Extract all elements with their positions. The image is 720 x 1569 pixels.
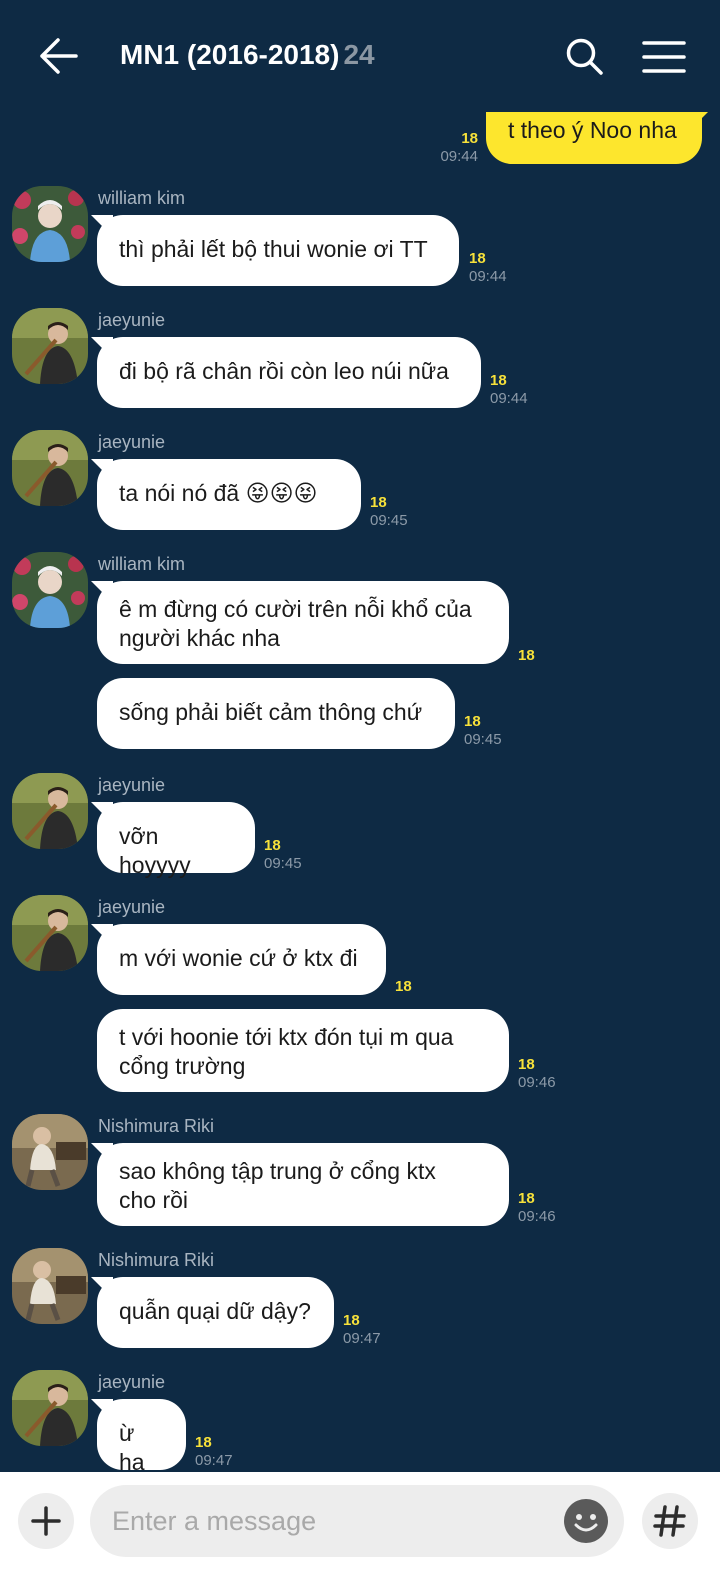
my-message-bubble[interactable]: t theo ý Noo nha bbox=[486, 112, 702, 164]
unread-count: 18 bbox=[461, 130, 478, 147]
search-icon bbox=[566, 38, 603, 75]
room-name: MN1 (2016-2018) bbox=[120, 39, 340, 70]
message-bubble[interactable]: quẫn quại dữ dậy? bbox=[97, 1277, 334, 1348]
message-meta: 18 09:44 bbox=[469, 250, 507, 286]
emoji-icon bbox=[566, 1501, 606, 1541]
unread-count: 18 bbox=[469, 250, 486, 267]
message-time: 09:47 bbox=[343, 1330, 381, 1347]
message-meta: 18 09:46 bbox=[518, 1056, 556, 1092]
message-meta: 18 09:46 bbox=[518, 1190, 556, 1226]
message-input-bar bbox=[0, 1472, 720, 1569]
message-time: 09:46 bbox=[518, 1208, 556, 1225]
message-bubble[interactable]: sống phải biết cảm thông chứ bbox=[97, 678, 455, 749]
profile-photo bbox=[12, 430, 88, 506]
avatar[interactable] bbox=[12, 552, 88, 628]
avatar[interactable] bbox=[12, 1114, 88, 1190]
unread-count: 18 bbox=[490, 372, 507, 389]
unread-count: 18 bbox=[395, 978, 412, 995]
attach-button[interactable] bbox=[18, 1493, 74, 1549]
sender-name: jaeyunie bbox=[98, 775, 166, 795]
profile-photo bbox=[12, 1114, 88, 1190]
message-bubble[interactable]: đi bộ rã chân rồi còn leo núi nữa bbox=[97, 337, 481, 408]
message-input[interactable] bbox=[112, 1485, 552, 1557]
arrow-left-icon bbox=[40, 38, 78, 74]
message-time: 09:45 bbox=[264, 855, 302, 872]
avatar[interactable] bbox=[12, 308, 88, 384]
message-time: 09:44 bbox=[490, 390, 528, 407]
unread-count: 18 bbox=[518, 1056, 535, 1073]
avatar[interactable] bbox=[12, 1248, 88, 1324]
message-list[interactable]: 18 09:44 t theo ý Noo nha william kim th… bbox=[0, 112, 720, 1472]
member-count: 24 bbox=[343, 39, 375, 70]
message-time: 09:45 bbox=[370, 512, 408, 529]
message-bubble[interactable]: vỡn hoyyyy bbox=[97, 802, 255, 878]
message-meta: 18 bbox=[518, 647, 535, 665]
sender-name: jaeyunie bbox=[98, 897, 166, 917]
message-bubble[interactable]: ừ ha bbox=[97, 1399, 186, 1472]
unread-count: 18 bbox=[518, 1190, 535, 1207]
unread-count: 18 bbox=[370, 494, 387, 511]
message-meta: 18 09:44 bbox=[420, 130, 478, 166]
hashtag-button[interactable] bbox=[642, 1493, 698, 1549]
sender-name: william kim bbox=[98, 188, 185, 208]
profile-photo bbox=[12, 895, 88, 971]
profile-photo bbox=[12, 552, 88, 628]
message-meta: 18 bbox=[395, 978, 412, 996]
message-time: 09:46 bbox=[518, 1074, 556, 1091]
unread-count: 18 bbox=[195, 1434, 212, 1451]
chat-title[interactable]: MN1 (2016-2018) 24 bbox=[120, 39, 375, 71]
profile-photo bbox=[12, 773, 88, 849]
message-time: 09:45 bbox=[464, 731, 502, 748]
message-bubble[interactable]: ta nói nó đã 😝😝😝 bbox=[97, 459, 361, 530]
message-bubble[interactable]: m với wonie cứ ở ktx đi bbox=[97, 924, 386, 995]
message-field[interactable] bbox=[90, 1485, 624, 1557]
message-bubble[interactable]: sao không tập trung ở cổng ktx cho rồi bbox=[97, 1143, 509, 1226]
avatar[interactable] bbox=[12, 430, 88, 506]
message-time: 09:44 bbox=[440, 148, 478, 165]
sender-name: jaeyunie bbox=[98, 432, 166, 452]
plus-icon bbox=[31, 1506, 61, 1536]
message-meta: 18 09:45 bbox=[464, 713, 502, 749]
hamburger-menu-icon bbox=[642, 41, 686, 73]
message-meta: 18 09:47 bbox=[343, 1312, 381, 1348]
unread-count: 18 bbox=[264, 837, 281, 854]
avatar[interactable] bbox=[12, 186, 88, 262]
sender-name: william kim bbox=[98, 554, 185, 574]
message-bubble[interactable]: t với hoonie tới ktx đón tụi m qua cổng … bbox=[97, 1009, 509, 1092]
avatar[interactable] bbox=[12, 895, 88, 971]
chat-header: MN1 (2016-2018) 24 bbox=[0, 0, 720, 112]
profile-photo bbox=[12, 1370, 88, 1446]
message-meta: 18 09:44 bbox=[490, 372, 528, 408]
emoji-button[interactable] bbox=[564, 1499, 608, 1543]
back-button[interactable] bbox=[36, 36, 80, 76]
unread-count: 18 bbox=[518, 647, 535, 664]
message-time: 09:47 bbox=[195, 1452, 233, 1469]
message-bubble[interactable]: ê m đừng có cười trên nỗi khổ của người … bbox=[97, 581, 509, 664]
profile-photo bbox=[12, 186, 88, 262]
message-meta: 18 09:45 bbox=[370, 494, 408, 530]
menu-button[interactable] bbox=[642, 40, 686, 74]
search-button[interactable] bbox=[564, 36, 604, 76]
sender-name: jaeyunie bbox=[98, 310, 166, 330]
sender-name: Nishimura Riki bbox=[98, 1116, 215, 1136]
message-meta: 18 09:47 bbox=[195, 1434, 233, 1470]
hashtag-icon bbox=[653, 1505, 686, 1537]
profile-photo bbox=[12, 1248, 88, 1324]
unread-count: 18 bbox=[343, 1312, 360, 1329]
message-bubble[interactable]: thì phải lết bộ thui wonie ơi TT bbox=[97, 215, 459, 286]
avatar[interactable] bbox=[12, 773, 88, 849]
sender-name: jaeyunie bbox=[98, 1372, 166, 1392]
sender-name: Nishimura Riki bbox=[98, 1250, 215, 1270]
message-time: 09:44 bbox=[469, 268, 507, 285]
profile-photo bbox=[12, 308, 88, 384]
avatar[interactable] bbox=[12, 1370, 88, 1446]
message-meta: 18 09:45 bbox=[264, 837, 302, 873]
unread-count: 18 bbox=[464, 713, 481, 730]
